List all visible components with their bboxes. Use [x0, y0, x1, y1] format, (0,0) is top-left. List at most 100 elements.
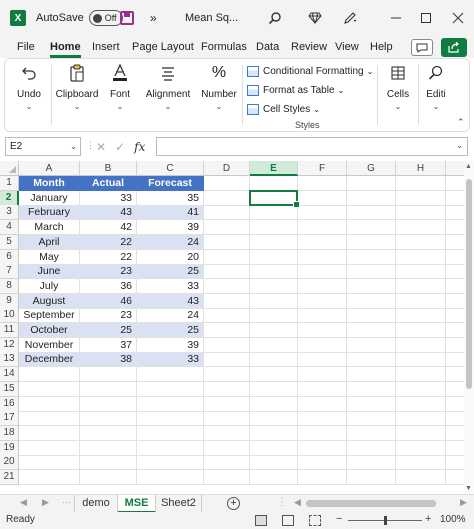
column-header-b[interactable]: B — [80, 161, 137, 176]
empty-cell[interactable] — [137, 396, 204, 412]
tab-data[interactable]: Data — [256, 36, 279, 58]
month-cell[interactable]: November — [19, 337, 80, 353]
empty-cell[interactable] — [80, 381, 137, 397]
row-header-19[interactable]: 19 — [0, 440, 19, 456]
empty-cell[interactable] — [298, 337, 347, 353]
comments-button[interactable] — [411, 39, 433, 56]
expand-formula-chevron-icon[interactable]: ⌄ — [456, 141, 463, 150]
row-header-14[interactable]: 14 — [0, 367, 19, 383]
actual-cell[interactable]: 43 — [80, 205, 137, 221]
table-header-cell[interactable]: Forecast — [137, 176, 204, 191]
empty-cell[interactable] — [80, 455, 137, 471]
empty-cell[interactable] — [250, 278, 298, 294]
row-header-5[interactable]: 5 — [0, 234, 19, 250]
empty-cell[interactable] — [347, 264, 396, 280]
sheet-menu-icon[interactable]: ⋯ — [62, 497, 71, 508]
empty-cell[interactable] — [396, 396, 446, 412]
empty-cell[interactable] — [298, 234, 347, 250]
cancel-icon[interactable]: ✕ — [96, 140, 106, 154]
empty-cell[interactable] — [204, 440, 250, 456]
empty-cell[interactable] — [204, 470, 250, 485]
actual-cell[interactable]: 33 — [80, 190, 137, 206]
empty-cell[interactable] — [396, 176, 446, 191]
empty-cell[interactable] — [298, 308, 347, 324]
empty-cell[interactable] — [250, 234, 298, 250]
empty-cell[interactable] — [347, 396, 396, 412]
row-header-21[interactable]: 21 — [0, 470, 19, 485]
empty-cell[interactable] — [396, 264, 446, 280]
empty-cell[interactable] — [347, 323, 396, 338]
empty-cell[interactable] — [298, 396, 347, 412]
empty-cell[interactable] — [298, 323, 347, 338]
drag-handle-icon[interactable]: ⋮ — [86, 140, 95, 151]
empty-cell[interactable] — [298, 190, 347, 206]
empty-cell[interactable] — [396, 337, 446, 353]
collapse-ribbon-button[interactable]: ⌃ — [457, 117, 465, 128]
empty-cell[interactable] — [396, 205, 446, 221]
chevron-down-icon[interactable]: ⌄ — [70, 138, 77, 155]
row-header-6[interactable]: 6 — [0, 249, 19, 265]
empty-cell[interactable] — [204, 293, 250, 309]
search-button[interactable] — [268, 0, 282, 36]
empty-cell[interactable] — [396, 220, 446, 236]
designer-button[interactable] — [343, 0, 357, 36]
column-header-e[interactable]: E — [250, 161, 298, 176]
empty-cell[interactable] — [347, 176, 396, 191]
column-header-h[interactable]: H — [396, 161, 446, 176]
empty-cell[interactable] — [204, 425, 250, 441]
formula-input[interactable]: ⌄ — [156, 137, 468, 156]
empty-cell[interactable] — [347, 249, 396, 265]
forecast-cell[interactable]: 33 — [137, 278, 204, 294]
row-header-8[interactable]: 8 — [0, 278, 19, 294]
actual-cell[interactable]: 37 — [80, 337, 137, 353]
row-header-12[interactable]: 12 — [0, 337, 19, 353]
empty-cell[interactable] — [137, 411, 204, 427]
editing-button[interactable]: Editi ⌄ — [421, 63, 451, 111]
empty-cell[interactable] — [204, 323, 250, 338]
vertical-scroll-thumb[interactable] — [466, 179, 472, 389]
close-button[interactable] — [452, 0, 464, 36]
premium-button[interactable] — [308, 0, 322, 36]
empty-cell[interactable] — [298, 278, 347, 294]
empty-cell[interactable] — [204, 220, 250, 236]
empty-cell[interactable] — [250, 396, 298, 412]
empty-cell[interactable] — [250, 470, 298, 485]
empty-cell[interactable] — [250, 367, 298, 383]
empty-cell[interactable] — [396, 411, 446, 427]
empty-cell[interactable] — [396, 234, 446, 250]
empty-cell[interactable] — [137, 455, 204, 471]
empty-cell[interactable] — [396, 249, 446, 265]
maximize-button[interactable] — [420, 0, 432, 36]
empty-cell[interactable] — [347, 205, 396, 221]
empty-cell[interactable] — [347, 220, 396, 236]
empty-cell[interactable] — [250, 264, 298, 280]
empty-cell[interactable] — [347, 367, 396, 383]
document-title[interactable]: Mean Sq... — [185, 0, 238, 36]
empty-cell[interactable] — [250, 249, 298, 265]
column-header-a[interactable]: A — [19, 161, 80, 176]
empty-cell[interactable] — [250, 425, 298, 441]
month-cell[interactable]: September — [19, 308, 80, 324]
row-header-18[interactable]: 18 — [0, 425, 19, 441]
empty-cell[interactable] — [137, 440, 204, 456]
conditional-formatting-button[interactable]: Conditional Formatting ⌄ — [247, 62, 373, 80]
empty-cell[interactable] — [250, 308, 298, 324]
empty-cell[interactable] — [204, 381, 250, 397]
empty-cell[interactable] — [204, 396, 250, 412]
empty-cell[interactable] — [298, 264, 347, 280]
empty-cell[interactable] — [298, 470, 347, 485]
zoom-in-button[interactable]: + — [425, 513, 431, 525]
forecast-cell[interactable]: 33 — [137, 352, 204, 368]
empty-cell[interactable] — [298, 411, 347, 427]
empty-cell[interactable] — [298, 367, 347, 383]
empty-cell[interactable] — [19, 411, 80, 427]
month-cell[interactable]: August — [19, 293, 80, 309]
actual-cell[interactable]: 38 — [80, 352, 137, 368]
minimize-button[interactable] — [390, 0, 402, 36]
row-header-3[interactable]: 3 — [0, 205, 19, 221]
empty-cell[interactable] — [298, 381, 347, 397]
actual-cell[interactable]: 25 — [80, 323, 137, 338]
empty-cell[interactable] — [396, 440, 446, 456]
tab-formulas[interactable]: Formulas — [201, 36, 247, 58]
tab-review[interactable]: Review — [291, 36, 327, 58]
